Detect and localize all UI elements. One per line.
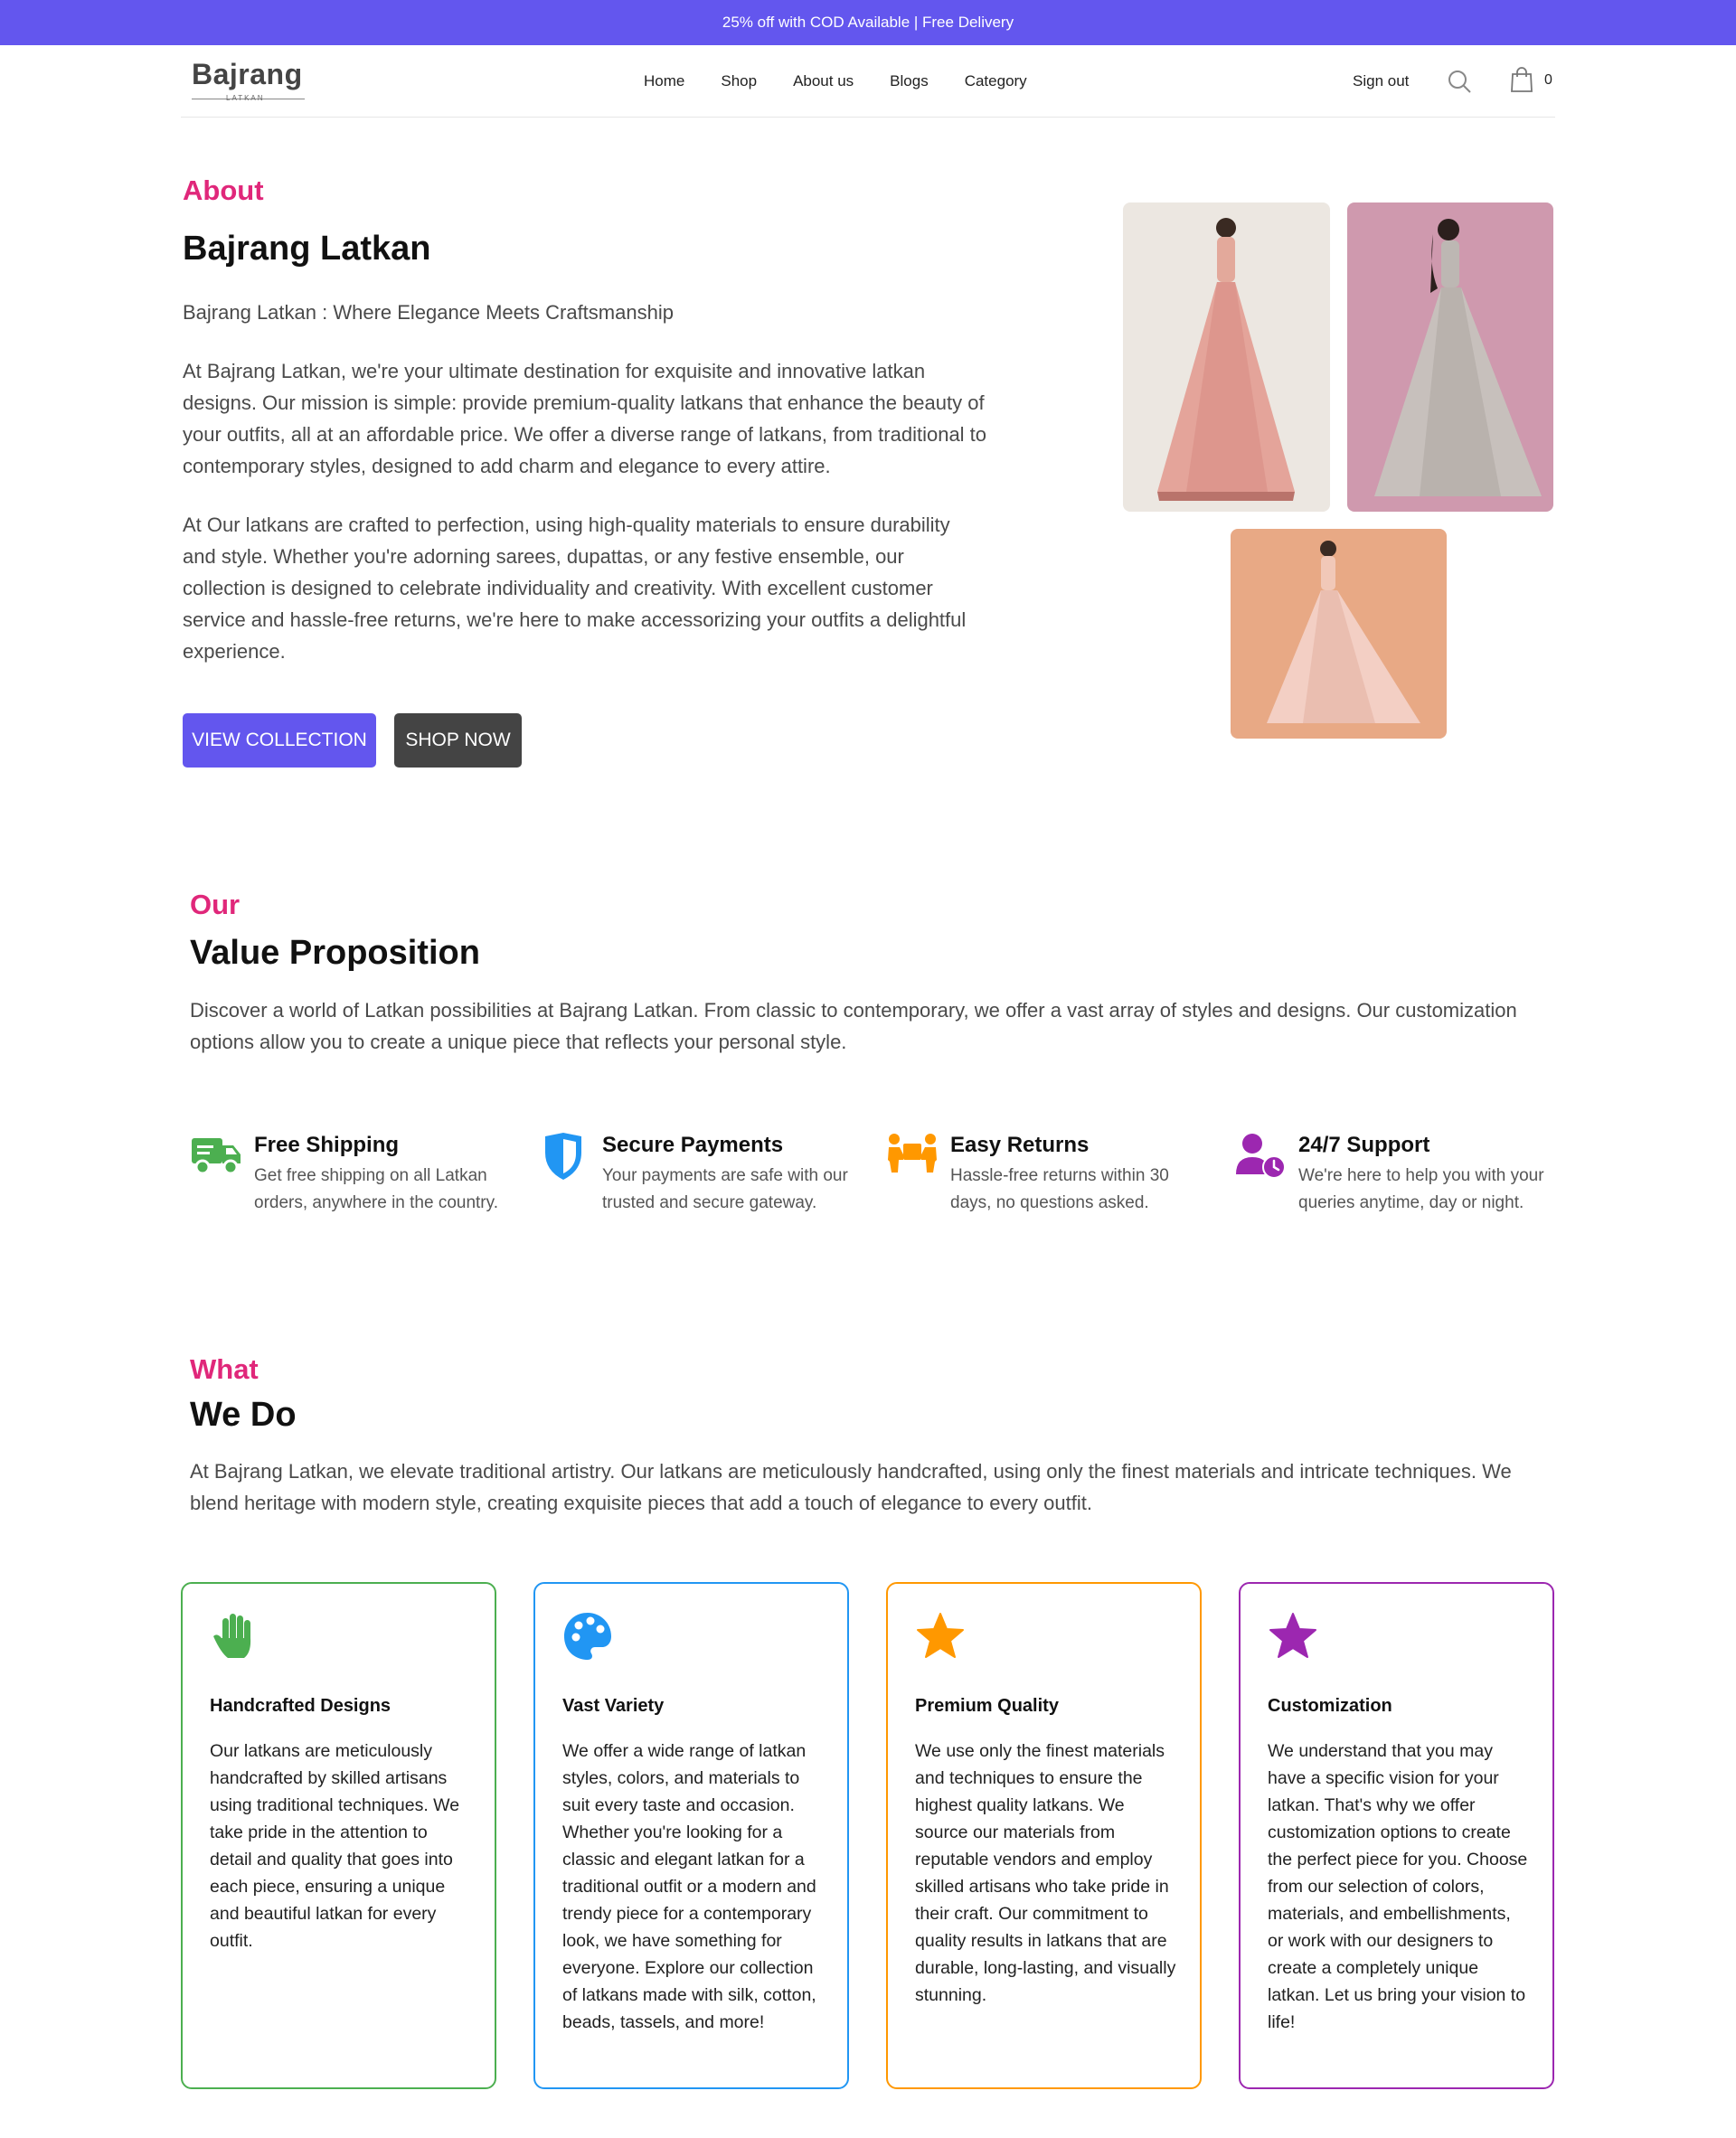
nav-home[interactable]: Home bbox=[644, 72, 684, 90]
sign-out-link[interactable]: Sign out bbox=[1353, 72, 1409, 90]
nav-shop[interactable]: Shop bbox=[721, 72, 757, 90]
about-tagline: Bajrang Latkan : Where Elegance Meets Cr… bbox=[183, 301, 674, 324]
view-collection-button[interactable]: VIEW COLLECTION bbox=[183, 713, 376, 768]
whatwedo-title: We Do bbox=[190, 1396, 297, 1434]
card-customization: Customization We understand that you may… bbox=[1239, 1582, 1554, 2089]
user-clock-icon bbox=[1236, 1134, 1286, 1179]
nav-category[interactable]: Category bbox=[965, 72, 1027, 90]
people-carry-box-icon bbox=[888, 1134, 937, 1173]
card-text: We understand that you may have a specif… bbox=[1268, 1741, 1528, 2032]
card-title: Premium Quality bbox=[915, 1696, 1059, 1716]
card-text: Our latkans are meticulously handcrafted… bbox=[210, 1741, 460, 1951]
palette-icon bbox=[564, 1613, 611, 1660]
product-photo-pink-lehenga bbox=[1123, 202, 1330, 512]
card-vast-variety: Vast Variety We offer a wide range of la… bbox=[533, 1582, 849, 2089]
nav-blogs[interactable]: Blogs bbox=[890, 72, 929, 90]
card-handcrafted-designs: Handcrafted Designs Our latkans are meti… bbox=[181, 1582, 496, 2089]
card-text: We offer a wide range of latkan styles, … bbox=[562, 1741, 816, 2032]
about-paragraph-2: At Our latkans are crafted to perfection… bbox=[183, 513, 967, 663]
promo-bar: 25% off with COD Available | Free Delive… bbox=[0, 0, 1736, 45]
search-icon[interactable] bbox=[1447, 69, 1472, 94]
value-description: Discover a world of Latkan possibilities… bbox=[190, 999, 1517, 1053]
cart-count: 0 bbox=[1544, 72, 1552, 88]
whatwedo-description: At Bajrang Latkan, we elevate traditiona… bbox=[190, 1460, 1512, 1514]
value-eyebrow: Our bbox=[190, 889, 241, 920]
card-title: Handcrafted Designs bbox=[210, 1696, 392, 1716]
shop-now-button[interactable]: SHOP NOW bbox=[394, 713, 522, 768]
card-premium-quality: Premium Quality We use only the finest m… bbox=[886, 1582, 1202, 2089]
feature-text: Hassle-free returns within 30 days, no q… bbox=[950, 1166, 1169, 1212]
feature-text: We're here to help you with your queries… bbox=[1298, 1166, 1544, 1212]
site-header: Bajrang LATKAN Home Shop About us Blogs … bbox=[181, 45, 1555, 118]
main-nav: Home Shop About us Blogs Category bbox=[644, 72, 1027, 90]
product-photo-peach-lehenga bbox=[1231, 529, 1447, 739]
feature-title: Easy Returns bbox=[950, 1133, 1090, 1157]
shopping-bag-icon[interactable] bbox=[1510, 67, 1533, 92]
about-paragraph-1: At Bajrang Latkan, we're your ultimate d… bbox=[183, 360, 987, 477]
star-icon bbox=[1269, 1613, 1316, 1658]
logo[interactable]: Bajrang LATKAN bbox=[192, 58, 305, 103]
shield-icon bbox=[545, 1133, 581, 1180]
truck-icon bbox=[192, 1138, 241, 1175]
product-photo-silver-lehenga bbox=[1347, 202, 1553, 512]
nav-about-us[interactable]: About us bbox=[793, 72, 854, 90]
feature-title: Free Shipping bbox=[254, 1133, 400, 1157]
about-eyebrow: About bbox=[183, 174, 264, 206]
feature-text: Your payments are safe with our trusted … bbox=[602, 1166, 848, 1212]
hand-icon bbox=[213, 1614, 251, 1658]
card-text: We use only the finest materials and tec… bbox=[915, 1741, 1176, 2005]
feature-title: 24/7 Support bbox=[1298, 1133, 1430, 1157]
feature-text: Get free shipping on all Latkan orders, … bbox=[254, 1166, 499, 1212]
card-title: Customization bbox=[1268, 1696, 1392, 1716]
logo-wordmark: Bajrang bbox=[192, 58, 303, 90]
value-title: Value Proposition bbox=[190, 934, 480, 972]
card-title: Vast Variety bbox=[562, 1696, 665, 1716]
feature-title: Secure Payments bbox=[602, 1133, 784, 1157]
about-title: Bajrang Latkan bbox=[183, 230, 431, 268]
star-icon bbox=[917, 1613, 964, 1658]
promo-text: 25% off with COD Available | Free Delive… bbox=[722, 14, 1014, 31]
whatwedo-eyebrow: What bbox=[190, 1353, 259, 1385]
logo-subtitle: LATKAN bbox=[226, 94, 265, 102]
